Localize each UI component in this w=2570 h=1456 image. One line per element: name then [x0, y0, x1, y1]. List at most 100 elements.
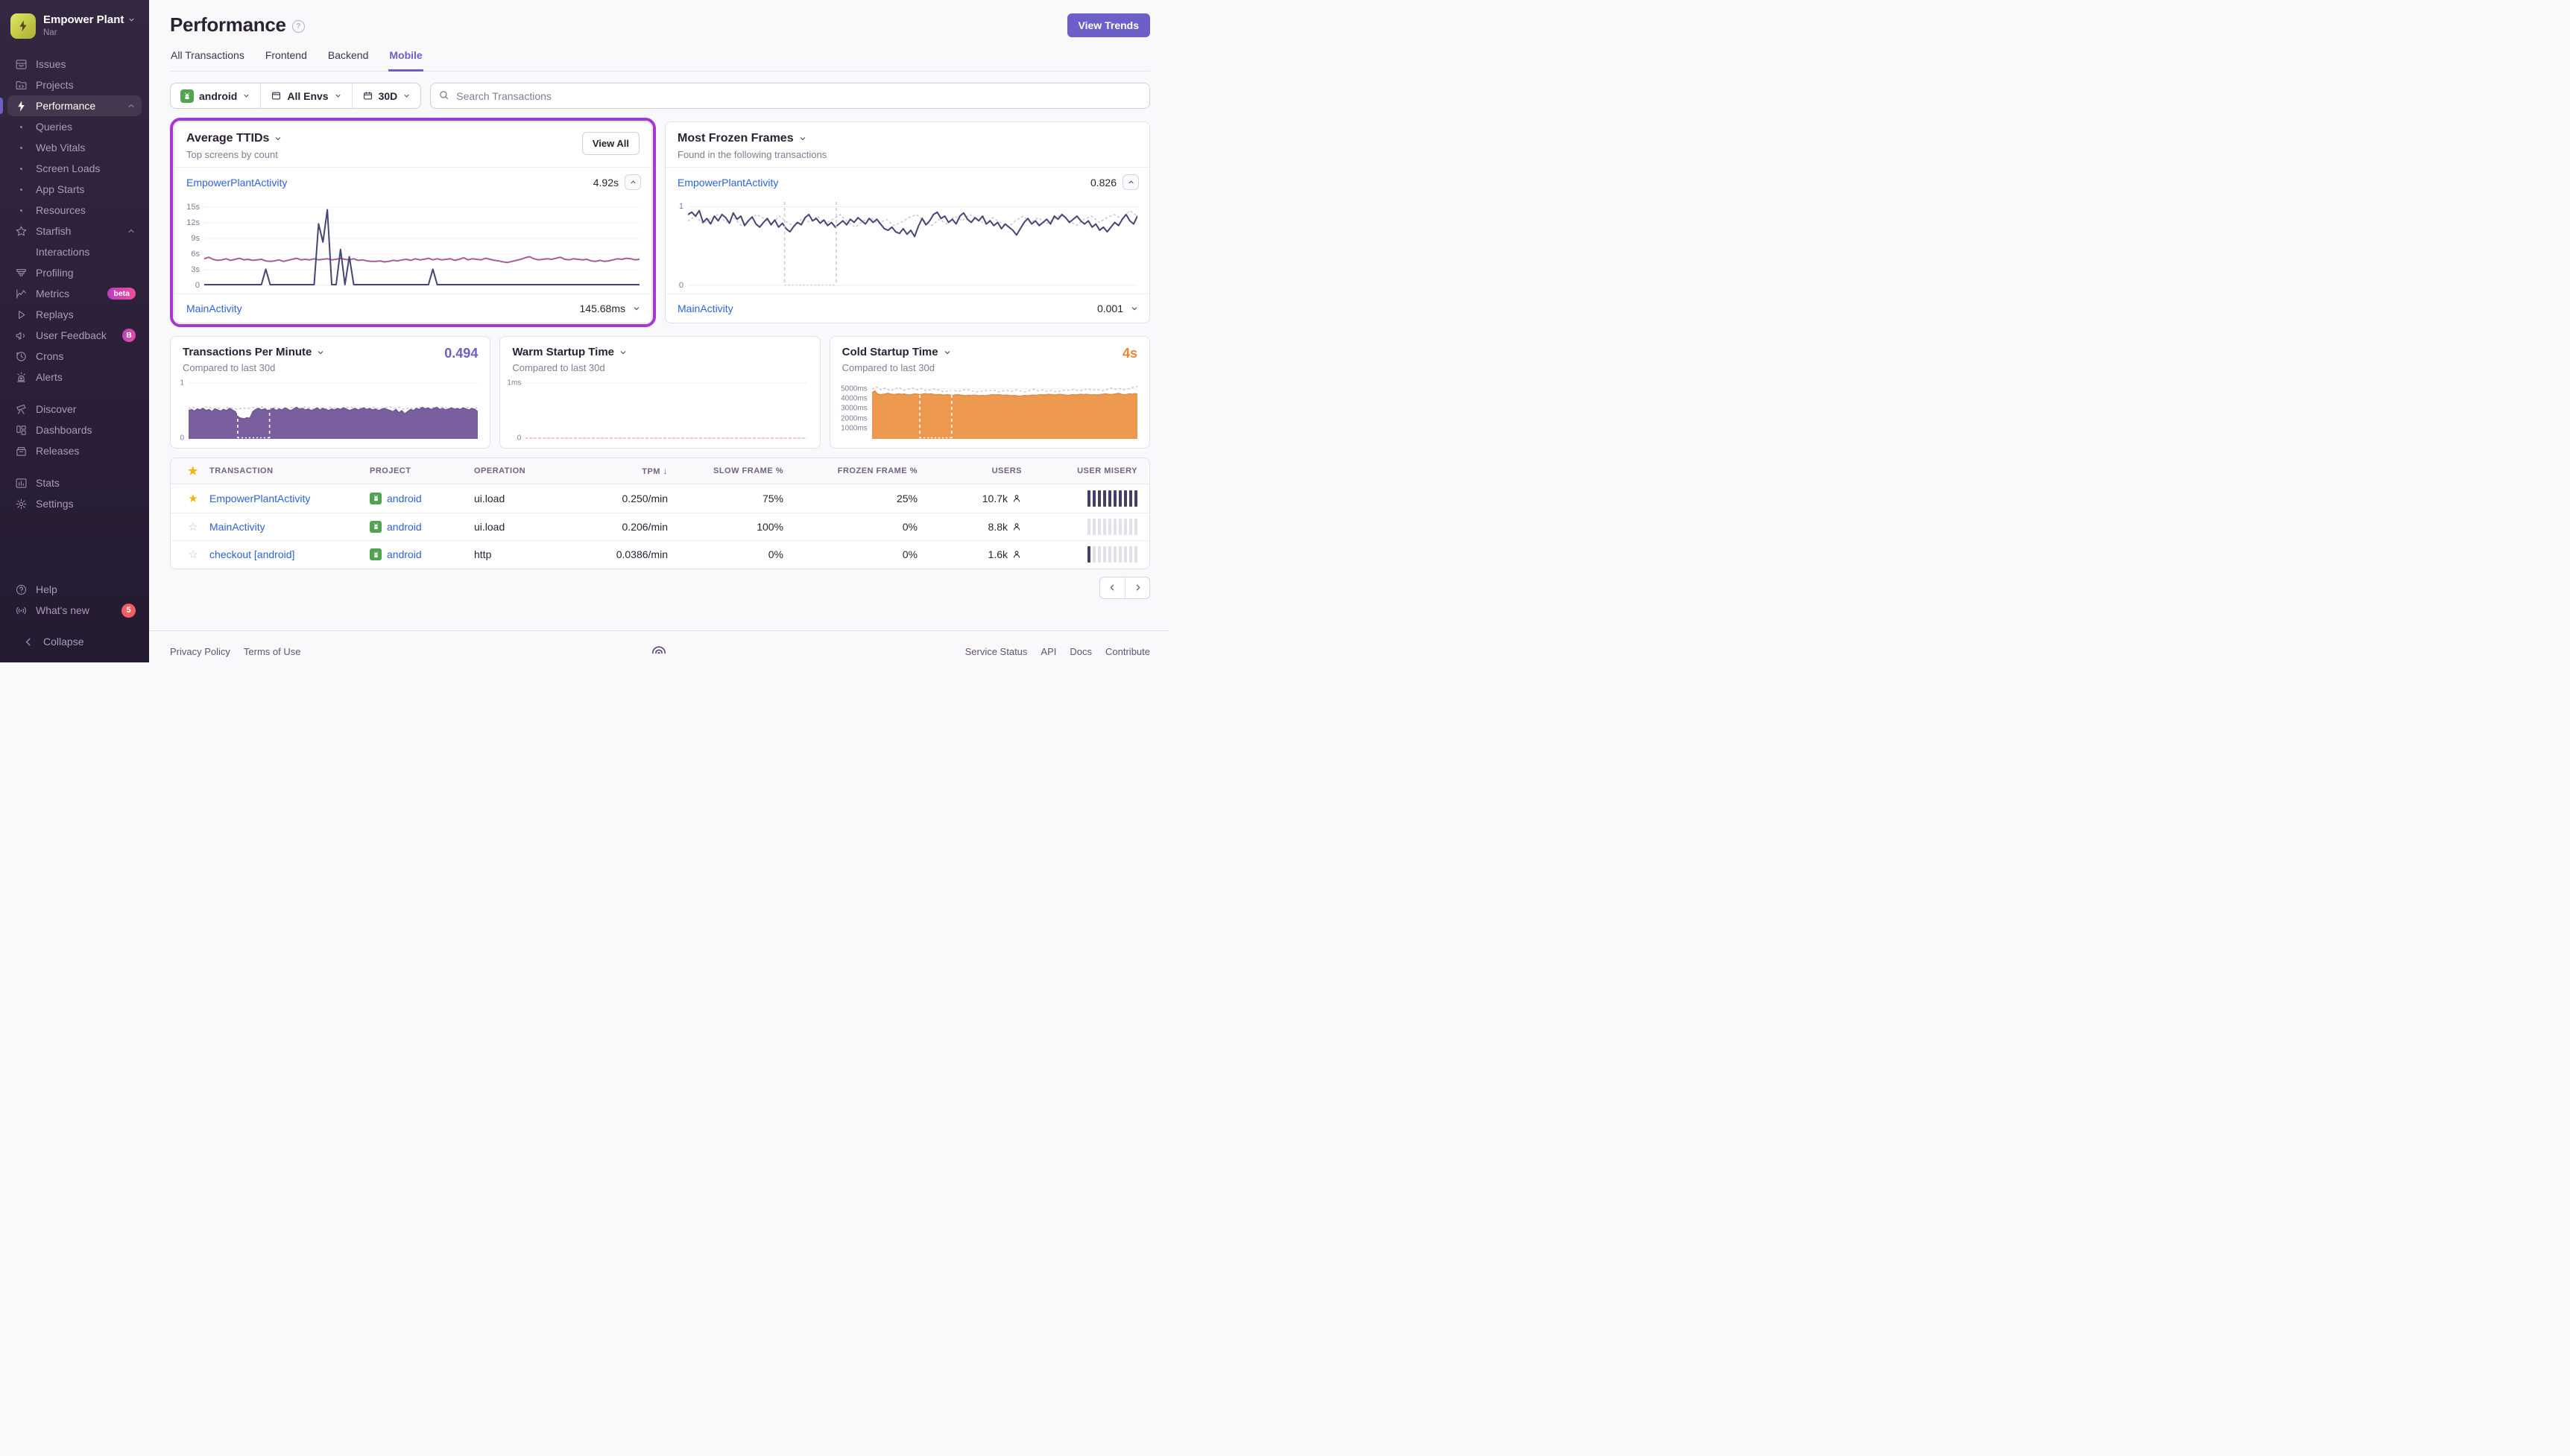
col-transaction[interactable]: TRANSACTION [209, 466, 370, 475]
sidebar-item-crons[interactable]: Crons [7, 346, 142, 367]
search-input[interactable] [430, 83, 1150, 109]
footer-link-api[interactable]: API [1041, 646, 1056, 657]
view-trends-button[interactable]: View Trends [1067, 13, 1150, 37]
sidebar-item-queries[interactable]: Queries [7, 116, 142, 137]
tab-all-transactions[interactable]: All Transactions [170, 49, 245, 72]
page-title: Performance ? [170, 13, 305, 37]
y-axis-tick: 12s [186, 218, 200, 227]
star-toggle[interactable]: ★ [177, 492, 209, 505]
sidebar-item-alerts[interactable]: Alerts [7, 367, 142, 387]
footer-link-terms-of-use[interactable]: Terms of Use [244, 646, 301, 657]
sidebar-item-label: Resources [36, 204, 86, 216]
star-toggle[interactable]: ☆ [177, 520, 209, 534]
sidebar-item-starfish[interactable]: Starfish [7, 221, 142, 241]
environment-filter-label: All Envs [287, 89, 329, 102]
average-ttids-title-dropdown[interactable]: Average TTIDs [186, 132, 282, 145]
col-users[interactable]: USERS [918, 466, 1022, 475]
sidebar-collapse: Collapse [7, 631, 142, 652]
most-frozen-frames-title-dropdown[interactable]: Most Frozen Frames [678, 132, 827, 145]
table-row: ☆ checkout [android] android http 0.0386/min… [171, 540, 1149, 569]
sidebar-item-what-s-new[interactable]: What's new 5 [7, 600, 142, 621]
collapse-button[interactable]: Collapse [15, 631, 134, 652]
collapse-label: Collapse [43, 636, 84, 648]
sidebar-item-app-starts[interactable]: App Starts [7, 179, 142, 200]
star-toggle[interactable]: ☆ [177, 548, 209, 561]
frozen-frame-cell: 25% [896, 492, 918, 504]
project-filter[interactable]: android [171, 83, 260, 108]
y-axis-tick: 1 [180, 379, 184, 387]
sidebar-footer-nav: Help What's new 5 [0, 579, 149, 621]
y-axis-tick: 9s [191, 234, 200, 243]
warm-startup-title-dropdown[interactable]: Warm Startup Time [512, 346, 628, 358]
cold-startup-subtitle: Compared to last 30d [842, 362, 935, 373]
expand-row-button[interactable] [632, 304, 641, 313]
sidebar-item-releases[interactable]: Releases [7, 440, 142, 461]
chevron-up-icon [127, 101, 136, 110]
tab-frontend[interactable]: Frontend [265, 49, 308, 72]
average-ttids-card: Average TTIDs Top screens by count View … [174, 121, 652, 323]
col-operation[interactable]: OPERATION [474, 466, 586, 475]
col-project[interactable]: PROJECT [370, 466, 474, 475]
project-link[interactable]: android [387, 548, 422, 560]
transaction-link[interactable]: EmpowerPlantActivity [186, 177, 287, 189]
tab-backend[interactable]: Backend [327, 49, 369, 72]
sidebar-item-label: Queries [36, 121, 73, 133]
sidebar-item-stats[interactable]: Stats [7, 472, 142, 493]
sidebar-item-performance[interactable]: Performance [0, 95, 142, 116]
environment-filter[interactable]: All Envs [260, 83, 351, 108]
org-switcher[interactable]: Empower Plant Nar [0, 10, 149, 54]
cold-startup-title-dropdown[interactable]: Cold Startup Time [842, 346, 952, 358]
footer-link-contribute[interactable]: Contribute [1105, 646, 1150, 657]
sidebar-item-replays[interactable]: Replays [7, 304, 142, 325]
transaction-link[interactable]: MainActivity [186, 303, 242, 314]
sidebar-item-settings[interactable]: Settings [7, 493, 142, 514]
sidebar-item-label: Web Vitals [36, 142, 86, 153]
user-misery-bars [1022, 518, 1137, 535]
previous-page-button[interactable] [1100, 577, 1125, 598]
users-cell: 8.8k [918, 521, 1022, 533]
expand-row-button[interactable] [1130, 304, 1139, 313]
crons-icon [13, 350, 28, 363]
org-subtitle: Nar [43, 28, 57, 37]
sidebar-item-dashboards[interactable]: Dashboards [7, 420, 142, 440]
project-link[interactable]: android [387, 493, 422, 504]
tab-mobile[interactable]: Mobile [388, 49, 423, 72]
tpm-title-dropdown[interactable]: Transactions Per Minute [183, 346, 325, 358]
transaction-link[interactable]: checkout [android] [209, 548, 370, 560]
sidebar-item-interactions[interactable]: Interactions [7, 241, 142, 262]
tpm-subtitle: Compared to last 30d [183, 362, 276, 373]
profiling-icon [13, 267, 28, 279]
transaction-link[interactable]: EmpowerPlantActivity [209, 493, 370, 504]
tpm-cell: 0.0386/min [616, 548, 668, 561]
sidebar-item-metrics[interactable]: Metrics beta [7, 283, 142, 304]
next-page-button[interactable] [1125, 577, 1149, 598]
sidebar-item-projects[interactable]: Projects [7, 75, 142, 95]
transaction-link[interactable]: MainActivity [209, 521, 370, 533]
sidebar-item-help[interactable]: Help [7, 579, 142, 600]
sidebar-item-resources[interactable]: Resources [7, 200, 142, 221]
project-link[interactable]: android [387, 521, 422, 533]
sidebar-item-profiling[interactable]: Profiling [7, 262, 142, 283]
col-frozen-frame[interactable]: FROZEN FRAME % [783, 466, 918, 475]
sidebar-item-user-feedback[interactable]: User Feedback B [7, 325, 142, 346]
col-tpm[interactable]: TPM ↓ [586, 466, 668, 476]
collapse-row-button[interactable] [1123, 174, 1139, 190]
view-all-button[interactable]: View All [581, 132, 640, 155]
footer-link-docs[interactable]: Docs [1070, 646, 1092, 657]
chevron-down-icon [402, 92, 411, 100]
footer-link-privacy-policy[interactable]: Privacy Policy [170, 646, 230, 657]
transaction-link[interactable]: EmpowerPlantActivity [678, 177, 778, 189]
footer-link-service-status[interactable]: Service Status [965, 646, 1028, 657]
transaction-link[interactable]: MainActivity [678, 303, 733, 314]
notification-badge: 5 [121, 603, 136, 618]
date-range-filter[interactable]: 30D [351, 83, 421, 108]
collapse-row-button[interactable] [625, 174, 641, 190]
col-user-misery[interactable]: USER MISERY [1022, 466, 1137, 475]
help-icon[interactable]: ? [291, 19, 305, 33]
sidebar-item-web-vitals[interactable]: Web Vitals [7, 137, 142, 158]
frozen-frame-cell: 0% [902, 548, 918, 561]
col-slow-frame[interactable]: SLOW FRAME % [668, 466, 783, 475]
sidebar-item-discover[interactable]: Discover [7, 399, 142, 420]
sidebar-item-issues[interactable]: Issues [7, 54, 142, 75]
sidebar-item-screen-loads[interactable]: Screen Loads [7, 158, 142, 179]
